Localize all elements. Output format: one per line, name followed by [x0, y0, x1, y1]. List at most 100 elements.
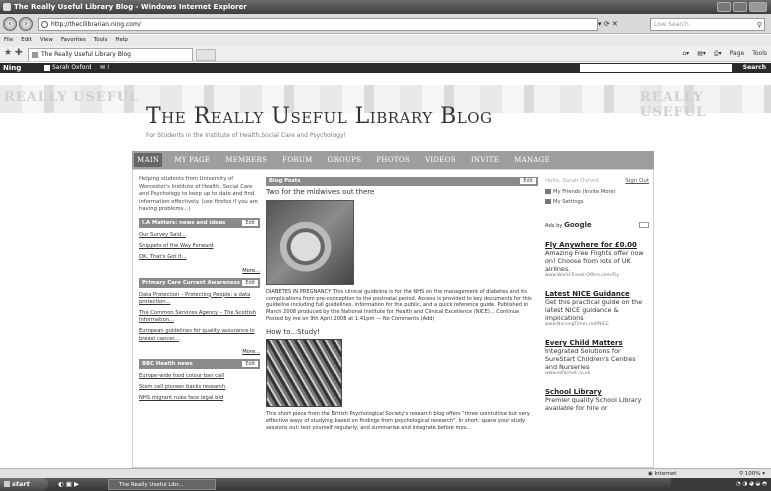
nav-members[interactable]: Members: [222, 153, 270, 167]
nav-groups[interactable]: Groups: [325, 153, 365, 167]
search-icon[interactable]: ⚲: [757, 20, 762, 31]
post-image-pool-float[interactable]: [266, 200, 354, 285]
more-link[interactable]: More...: [139, 349, 260, 355]
nav-main[interactable]: Main: [134, 153, 163, 167]
start-button[interactable]: start: [0, 478, 48, 491]
menu-favorites[interactable]: Favorites: [61, 35, 86, 46]
minimize-button[interactable]: [717, 2, 731, 12]
taskbar-ie-window[interactable]: The Really Useful Libr...: [108, 479, 216, 490]
ad-item[interactable]: Latest NICE Guidance Get this practical …: [545, 290, 649, 327]
address-input[interactable]: http://thecilibrarian.ning.com/: [38, 18, 598, 31]
tray-icons[interactable]: ◔ ◑ ◕ ◒ ◓: [736, 481, 767, 487]
tab-label: The Really Useful Library Blog: [41, 51, 131, 58]
edit-button[interactable]: Edit: [519, 177, 537, 185]
feed-link[interactable]: Snippets of the Way Forward: [139, 243, 260, 250]
live-search-input[interactable]: Live Search ⚲: [650, 18, 765, 31]
ning-logo[interactable]: Ning: [3, 63, 21, 73]
ie-icon: [3, 3, 11, 11]
back-button[interactable]: ‹: [3, 17, 17, 31]
left-column: Helping students from University of Worc…: [139, 176, 260, 402]
menu-tools[interactable]: Tools: [94, 35, 108, 46]
box-header-ia-matters: I.A Matters: news and ideas Edit: [139, 217, 260, 228]
my-settings-link[interactable]: My Settings: [545, 199, 649, 205]
window-title: The Really Useful Library Blog - Windows…: [14, 3, 247, 11]
feed-link[interactable]: Our Survey Said...: [139, 232, 260, 239]
blog-posts-header: Blog Posts Edit: [266, 177, 538, 186]
feed-link[interactable]: Stem cell pioneer backs research: [139, 384, 260, 391]
ad-item[interactable]: Fly Anywhere for £0.00 Amazing Free Flig…: [545, 241, 649, 278]
quicklaunch-desktop-icon[interactable]: ▣: [66, 480, 72, 488]
settings-icon: [545, 199, 551, 204]
sign-out-link[interactable]: Sign Out: [625, 178, 649, 184]
site-description: Helping students from University of Worc…: [139, 176, 259, 213]
stop-icon[interactable]: ✕: [612, 20, 618, 28]
feed-link[interactable]: Data Protection – Protecting People: a d…: [139, 292, 260, 306]
feeds-icon[interactable]: ▤▾: [697, 48, 706, 60]
feed-link[interactable]: NHS migrant rules face legal bid: [139, 395, 260, 402]
add-favorite-icon[interactable]: ✚: [15, 48, 23, 58]
post-meta: Posted by me on 9th April 2008 at 1:41pm…: [266, 316, 435, 323]
edit-button[interactable]: Edit: [241, 278, 259, 287]
ning-search-input[interactable]: [580, 64, 732, 72]
blog-title[interactable]: The Really Useful Library Blog: [146, 104, 493, 129]
quicklaunch-media-icon[interactable]: ▶: [74, 480, 79, 488]
window-titlebar: The Really Useful Library Blog - Windows…: [0, 0, 771, 14]
more-link[interactable]: More...: [139, 268, 260, 274]
refresh-icon[interactable]: ⟳: [604, 20, 610, 28]
edit-button[interactable]: Edit: [241, 218, 259, 227]
google-logo: Google: [564, 221, 592, 229]
user-avatar: [44, 64, 50, 71]
feed-link[interactable]: European guidelines for quality assuranc…: [139, 328, 260, 342]
blog-subtitle: For Students in the Institute of Health,…: [146, 132, 346, 139]
watermark-right: REALLY USEFUL: [640, 90, 707, 120]
menu-file[interactable]: File: [4, 35, 13, 46]
my-friends-link[interactable]: My Friends (Invite More): [545, 189, 649, 195]
alert-icon[interactable]: !: [107, 64, 109, 71]
ad-item[interactable]: School Library Premier quality School Li…: [545, 388, 649, 412]
ad-item[interactable]: Every Child Matters Integrated Solutions…: [545, 339, 649, 376]
tools-menu[interactable]: Tools: [752, 48, 767, 60]
favorites-star-icon[interactable]: ★: [4, 48, 12, 58]
post-title[interactable]: How to...Study!: [266, 328, 538, 336]
command-bar: ⌂▾ ▤▾ ⎙▾ Page Tools: [682, 48, 767, 60]
post-image-pencils[interactable]: [266, 339, 342, 408]
quicklaunch-ie-icon[interactable]: ◐: [58, 480, 64, 488]
ad-info-icon[interactable]: [639, 222, 649, 228]
browser-tab[interactable]: The Really Useful Library Blog: [28, 48, 193, 61]
zoom-icon: ⚲: [738, 471, 743, 477]
feed-link[interactable]: Europe-wide food colour ban call: [139, 373, 260, 380]
maximize-button[interactable]: [733, 2, 747, 12]
print-icon[interactable]: ⎙▾: [714, 48, 722, 60]
system-tray: ◔ ◑ ◕ ◒ ◓: [671, 478, 771, 491]
menu-edit[interactable]: Edit: [21, 35, 32, 46]
close-button[interactable]: [749, 2, 767, 12]
ning-search-button[interactable]: Search: [743, 63, 766, 73]
main-nav: Main My Page Members Forum Groups Photos…: [132, 151, 654, 169]
menu-view[interactable]: View: [40, 35, 53, 46]
menu-help[interactable]: Help: [115, 35, 128, 46]
nav-photos[interactable]: Photos: [373, 153, 413, 167]
nav-my-page[interactable]: My Page: [171, 153, 213, 167]
address-url: http://thecilibrarian.ning.com/: [51, 21, 141, 28]
nav-invite[interactable]: Invite: [468, 153, 502, 167]
nav-videos[interactable]: Videos: [422, 153, 459, 167]
blog-posts-column: Blog Posts Edit Two for the midwives out…: [266, 177, 538, 431]
post-title[interactable]: Two for the midwives out there: [266, 188, 538, 196]
feed-link[interactable]: OK, That's Got It...: [139, 254, 260, 261]
nav-manage[interactable]: Manage: [511, 153, 553, 167]
feed-link[interactable]: The Common Services Agency – The Scottis…: [139, 310, 260, 324]
windows-flag-icon: [4, 481, 10, 487]
home-icon[interactable]: ⌂▾: [682, 48, 689, 60]
page-menu[interactable]: Page: [730, 48, 745, 60]
new-tab-button[interactable]: [196, 49, 216, 61]
nav-forum[interactable]: Forum: [279, 153, 315, 167]
post-body: DIABETES IN PREGNANCY This clinical guid…: [266, 289, 532, 315]
tab-favicon-icon: [32, 52, 38, 58]
forward-button[interactable]: ›: [19, 17, 33, 31]
edit-button[interactable]: Edit: [241, 359, 259, 368]
ning-user[interactable]: Sarah Oxford: [44, 63, 92, 73]
inbox-icon[interactable]: ✉: [100, 64, 105, 71]
dropdown-icon[interactable]: ▾: [598, 20, 602, 28]
post-body: This short piece from the British Psycho…: [266, 411, 530, 431]
box-header-bbc-health: BBC Health news Edit: [139, 358, 260, 369]
